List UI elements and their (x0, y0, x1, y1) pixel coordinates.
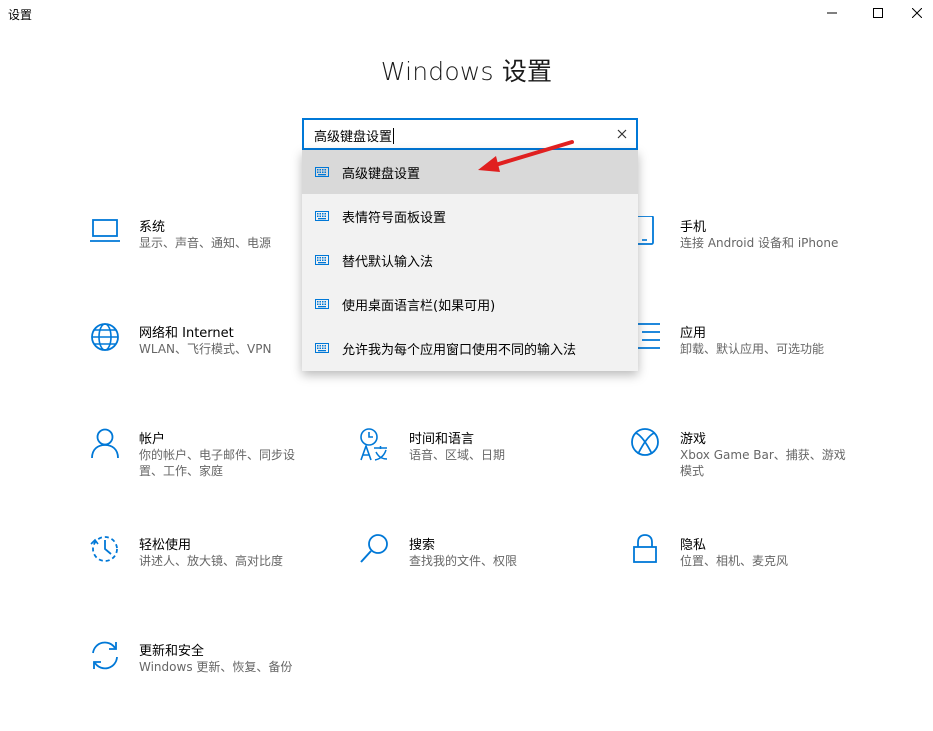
keyboard-icon (315, 299, 329, 309)
keyboard-icon (315, 343, 329, 353)
tile-subtitle: 你的帐户、电子邮件、同步设置、工作、家庭 (139, 448, 296, 478)
window-title: 设置 (8, 8, 33, 22)
person-icon (91, 428, 119, 459)
tile-phone[interactable]: 手机 连接 Android 设备和 iPhone (630, 216, 860, 276)
search-input-value: 高级键盘设置 (314, 128, 395, 145)
tile-title: 手机 (680, 220, 707, 235)
maximize-button[interactable] (855, 0, 901, 26)
tile-apps[interactable]: 应用 卸载、默认应用、可选功能 (630, 322, 860, 382)
tile-subtitle: Xbox Game Bar、捕获、游戏模式 (680, 448, 846, 478)
minimize-icon (827, 12, 837, 14)
tile-ease-of-access[interactable]: 轻松使用 讲述人、放大镜、高对比度 (89, 534, 319, 594)
tile-update-security[interactable]: 更新和安全 Windows 更新、恢复、备份 (89, 640, 319, 700)
tile-subtitle: Windows 更新、恢复、备份 (139, 660, 293, 674)
suggestion-item[interactable]: 替代默认输入法 (302, 238, 638, 282)
tile-network[interactable]: 网络和 Internet WLAN、飞行模式、VPN (89, 322, 319, 382)
minimize-button[interactable] (809, 0, 855, 26)
tile-title: 搜索 (409, 538, 436, 553)
tile-subtitle: WLAN、飞行模式、VPN (139, 342, 272, 356)
text-caret (393, 128, 395, 144)
tile-subtitle: 卸载、默认应用、可选功能 (680, 342, 825, 356)
tile-time-language[interactable]: 时间和语言 语音、区域、日期 (359, 428, 589, 488)
tile-title: 帐户 (139, 432, 166, 447)
tile-subtitle: 位置、相机、麦克风 (680, 554, 789, 568)
suggestion-item[interactable]: 使用桌面语言栏(如果可用) (302, 282, 638, 326)
keyboard-icon (315, 255, 329, 265)
suggestion-label: 高级键盘设置 (342, 166, 421, 182)
tile-title: 游戏 (680, 432, 707, 447)
tile-subtitle: 显示、声音、通知、电源 (139, 236, 272, 250)
tile-accounts[interactable]: 帐户 你的帐户、电子邮件、同步设置、工作、家庭 (89, 428, 319, 488)
page-title: Windows 设置 (380, 57, 553, 86)
tile-title: 网络和 Internet (139, 326, 234, 341)
maximize-icon (873, 8, 883, 18)
suggestion-label: 允许我为每个应用窗口使用不同的输入法 (342, 342, 577, 358)
tile-subtitle: 讲述人、放大镜、高对比度 (139, 554, 284, 568)
annotation-arrow (478, 140, 574, 172)
close-button[interactable] (901, 0, 933, 26)
time-language-icon (360, 428, 388, 461)
tile-title: 应用 (680, 326, 707, 341)
laptop-icon (90, 219, 120, 242)
clear-search-button[interactable] (614, 126, 630, 142)
globe-icon (91, 323, 119, 351)
update-icon (92, 641, 118, 670)
tile-title: 隐私 (680, 538, 707, 553)
xbox-icon (631, 428, 659, 456)
close-icon (912, 8, 922, 18)
tile-subtitle: 语音、区域、日期 (409, 448, 506, 462)
title-bar: 设置 (0, 0, 933, 32)
ease-of-access-icon (90, 536, 118, 562)
suggestion-label: 表情符号面板设置 (342, 210, 447, 226)
tile-gaming[interactable]: 游戏 Xbox Game Bar、捕获、游戏模式 (630, 428, 860, 488)
tile-search[interactable]: 搜索 查找我的文件、权限 (359, 534, 589, 594)
clear-icon (617, 129, 627, 139)
tile-subtitle: 连接 Android 设备和 iPhone (680, 236, 839, 250)
tile-title: 更新和安全 (139, 644, 205, 659)
tile-title: 系统 (139, 220, 166, 235)
keyboard-icon (315, 211, 329, 221)
tile-subtitle: 查找我的文件、权限 (409, 554, 518, 568)
tile-title: 轻松使用 (139, 538, 192, 553)
suggestion-label: 使用桌面语言栏(如果可用) (342, 298, 496, 314)
tile-system[interactable]: 系统 显示、声音、通知、电源 (89, 216, 319, 276)
lock-icon (633, 534, 657, 563)
suggestion-item[interactable]: 允许我为每个应用窗口使用不同的输入法 (302, 326, 638, 370)
suggestion-label: 替代默认输入法 (342, 254, 434, 270)
suggestion-item[interactable]: 表情符号面板设置 (302, 194, 638, 238)
search-icon (360, 534, 388, 563)
search-suggestions: 高级键盘设置 表情符号面板设置 替代默认输入法 使用桌面语言栏(如果可用) 允许… (302, 150, 638, 371)
keyboard-icon (315, 167, 329, 177)
tile-title: 时间和语言 (409, 432, 475, 447)
tile-privacy[interactable]: 隐私 位置、相机、麦克风 (630, 534, 860, 594)
